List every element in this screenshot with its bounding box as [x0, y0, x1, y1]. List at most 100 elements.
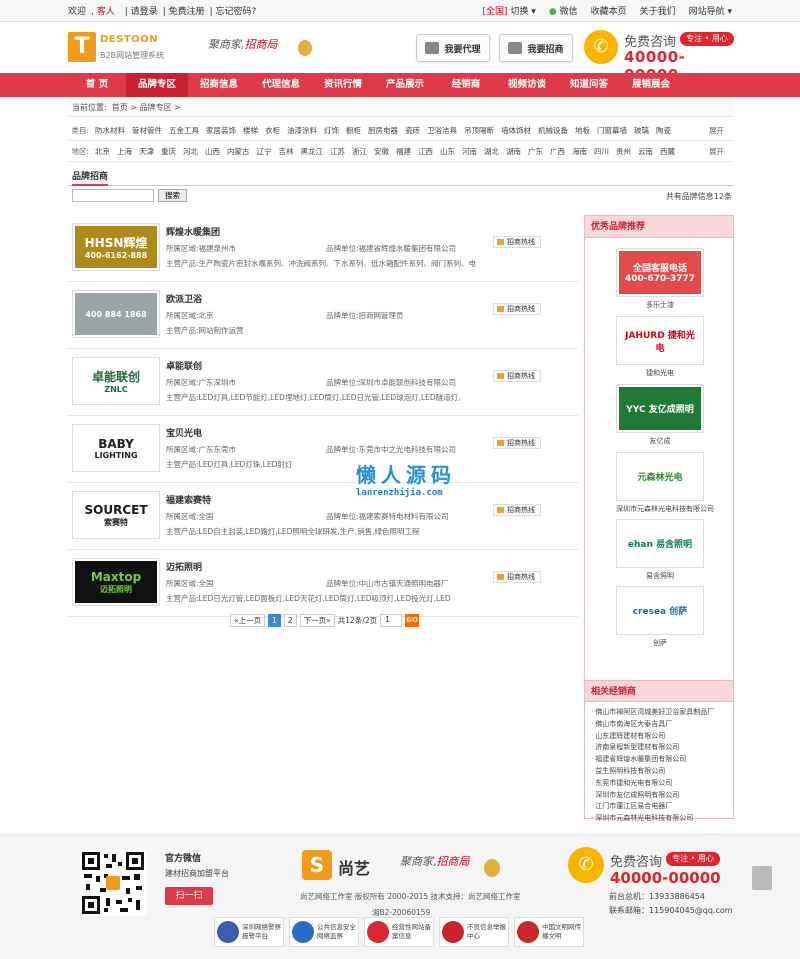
nav-item[interactable]: 展销展会 — [620, 73, 682, 97]
area-item[interactable]: 广西 — [550, 146, 565, 157]
security-badge[interactable]: 公共信息安全网络监察 — [289, 917, 359, 947]
brand-name[interactable]: 宝贝光电 — [166, 426, 202, 439]
favorite-link[interactable]: 收藏本页 — [591, 4, 627, 17]
brand-logo[interactable]: HHSN辉煌 400-6162-888 — [72, 223, 160, 271]
area-item[interactable]: 四川 — [594, 146, 609, 157]
breadcrumb-current[interactable]: 品牌专区 — [140, 103, 172, 112]
recommended-brand[interactable]: cresea 创萨 创萨 — [616, 586, 704, 648]
dealer-item[interactable]: 山东建辉建材有限公司 — [591, 731, 733, 743]
category-item[interactable]: 吊顶隔断 — [464, 125, 494, 136]
login-link[interactable]: 请登录 — [131, 7, 158, 17]
category-item[interactable]: 瓷砖 — [405, 125, 420, 136]
brand-logo[interactable]: SOURCET 索赛特 — [72, 491, 160, 539]
category-item[interactable]: 油漆涂料 — [287, 125, 317, 136]
hotline-button[interactable]: 招商热线 — [493, 437, 541, 449]
dealer-item[interactable]: 江门市蓬江区易合电器厂 — [591, 801, 733, 813]
area-item[interactable]: 福建 — [396, 146, 411, 157]
area-item[interactable]: 安徽 — [374, 146, 389, 157]
dealer-item[interactable]: 深圳市友亿成照明有限公司 — [591, 790, 733, 802]
area-item[interactable]: 河南 — [462, 146, 477, 157]
security-badge[interactable]: 不良信息举报中心 — [439, 917, 509, 947]
area-expand[interactable]: 展开 — [709, 146, 724, 157]
invest-button[interactable]: 我要招商 — [499, 34, 573, 62]
recommended-brand[interactable]: 全国客服电话 400-670-3777 多乐士漆 — [616, 248, 704, 310]
breadcrumb-home[interactable]: 首页 — [112, 103, 128, 112]
category-item[interactable]: 门窗幕墙 — [597, 125, 627, 136]
dealer-item[interactable]: 佛山市禅阿区湾城美好卫浴家具制品厂 — [591, 707, 733, 719]
nav-item[interactable]: 代理信息 — [250, 73, 312, 97]
area-item[interactable]: 北京 — [95, 146, 110, 157]
brand-logo[interactable]: 卓能联创 ZNLC — [72, 357, 160, 405]
area-item[interactable]: 辽宁 — [257, 146, 272, 157]
category-item[interactable]: 管材管件 — [132, 125, 162, 136]
recommended-brand[interactable]: 元森林光电 深圳市元森林光电科技有限公司 — [616, 452, 714, 514]
prev-page-button[interactable]: «上一页 — [230, 614, 266, 627]
category-item[interactable]: 墙体饰材 — [501, 125, 531, 136]
category-item[interactable]: 家居装饰 — [206, 125, 236, 136]
security-badge[interactable]: 经营性网站备案信息 — [364, 917, 434, 947]
dealer-item[interactable]: 深圳市元森林光电科技有限公司 — [591, 813, 733, 825]
recommended-brand[interactable]: JAHURD 捷和光电 捷和光电 — [616, 316, 704, 378]
go-button[interactable]: GO — [405, 614, 420, 627]
dealer-item[interactable]: 济南泉程新型建材有限公司 — [591, 742, 733, 754]
dealer-item[interactable]: 佛山市南海区大泰吉具厂 — [591, 719, 733, 731]
page-1-button[interactable]: 1 — [268, 614, 281, 627]
category-item[interactable]: 厨房电器 — [368, 125, 398, 136]
hotline-button[interactable]: 招商热线 — [493, 303, 541, 315]
brand-logo[interactable]: Maxtop 迈拓照明 — [72, 558, 160, 606]
next-page-button[interactable]: 下一页» — [299, 614, 335, 627]
recommended-brand[interactable]: ehan 易含照明 易含照明 — [616, 519, 704, 581]
brand-name[interactable]: 福建索赛特 — [166, 493, 211, 506]
category-expand[interactable]: 展开 — [709, 125, 724, 136]
nav-item[interactable]: 知道问答 — [558, 73, 620, 97]
area-item[interactable]: 湖北 — [484, 146, 499, 157]
category-item[interactable]: 机械设备 — [538, 125, 568, 136]
area-item[interactable]: 山东 — [440, 146, 455, 157]
search-input[interactable] — [72, 189, 154, 202]
forgot-password-link[interactable]: 忘记密码? — [216, 7, 257, 17]
area-item[interactable]: 湖南 — [506, 146, 521, 157]
brand-name[interactable]: 迈拓照明 — [166, 560, 202, 573]
security-badge[interactable]: 中国文明网传播文明 — [514, 917, 584, 947]
category-item[interactable]: 灯饰 — [324, 125, 339, 136]
security-badge[interactable]: 深圳网络警察报警平台 — [214, 917, 284, 947]
area-item[interactable]: 贵州 — [616, 146, 631, 157]
area-item[interactable]: 内蒙古 — [227, 146, 250, 157]
area-item[interactable]: 海南 — [572, 146, 587, 157]
dealer-item[interactable]: 东莞市捷和光电有限公司 — [591, 778, 733, 790]
area-item[interactable]: 江西 — [418, 146, 433, 157]
category-item[interactable]: 楼梯 — [243, 125, 258, 136]
nav-item[interactable]: 品牌专区 — [126, 73, 188, 97]
wechat-link[interactable]: ● 微信 — [549, 4, 578, 17]
recommended-brand[interactable]: YYC 友亿成照明 友亿成 — [616, 384, 704, 446]
category-item[interactable]: 地板 — [575, 125, 590, 136]
area-item[interactable]: 浙江 — [352, 146, 367, 157]
nav-item[interactable]: 产品展示 — [374, 73, 436, 97]
area-item[interactable]: 云南 — [638, 146, 653, 157]
brand-logo[interactable]: BABY LIGHTING — [72, 424, 160, 472]
category-item[interactable]: 卫浴洁具 — [427, 125, 457, 136]
area-item[interactable]: 江苏 — [330, 146, 345, 157]
area-item[interactable]: 吉林 — [279, 146, 294, 157]
area-item[interactable]: 广东 — [528, 146, 543, 157]
hotline-button[interactable]: 招商热线 — [493, 571, 541, 583]
category-item[interactable]: 陶瓷 — [656, 125, 671, 136]
site-logo[interactable]: T DESTOON B2B网站管理系统 — [68, 32, 168, 64]
category-item[interactable]: 防水材料 — [95, 125, 125, 136]
register-link[interactable]: 免费注册 — [169, 7, 205, 17]
brand-name[interactable]: 卓能联创 — [166, 359, 202, 372]
float-qr-button[interactable] — [752, 866, 772, 890]
area-item[interactable]: 天津 — [139, 146, 154, 157]
region-switch[interactable]: [全国] 切换 ▾ — [483, 4, 536, 17]
category-item[interactable]: 五金工具 — [169, 125, 199, 136]
area-item[interactable]: 上海 — [117, 146, 132, 157]
hotline-button[interactable]: 招商热线 — [493, 236, 541, 248]
nav-item[interactable]: 资讯行情 — [312, 73, 374, 97]
hotline-button[interactable]: 招商热线 — [493, 504, 541, 516]
area-item[interactable]: 河北 — [183, 146, 198, 157]
category-item[interactable]: 玻璃 — [634, 125, 649, 136]
dealer-item[interactable]: 益生照明科技有限公司 — [591, 766, 733, 778]
site-nav-dropdown[interactable]: 网站导航 ▾ — [689, 4, 732, 17]
nav-item[interactable]: 招商信息 — [188, 73, 250, 97]
area-item[interactable]: 山西 — [205, 146, 220, 157]
